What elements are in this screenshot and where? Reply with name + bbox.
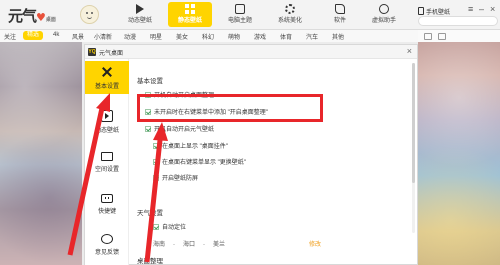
arrowhead [153,122,168,141]
arrow-to-basic-settings [67,107,105,256]
annotation-arrows [67,93,168,263]
arrowhead [96,93,110,112]
arrow-to-option [144,139,163,263]
